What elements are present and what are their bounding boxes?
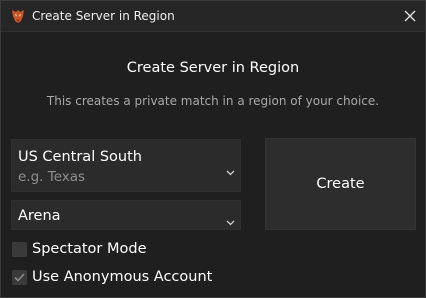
region-select-value: US Central South <box>18 149 142 165</box>
mode-select-value: Arena <box>18 208 61 224</box>
checkbox-checked[interactable] <box>12 269 27 285</box>
title-bar[interactable]: Create Server in Region <box>1 1 425 32</box>
region-search-placeholder[interactable]: e.g. Texas <box>18 169 85 186</box>
chevron-down-icon <box>226 211 235 230</box>
dialog-description: This creates a private match in a region… <box>46 94 380 108</box>
dialog-window: Create Server in Region Create Server in… <box>0 0 426 298</box>
region-select[interactable]: US Central South e.g. Texas <box>11 139 241 192</box>
create-button-label: Create <box>316 176 365 192</box>
checkmark-icon <box>14 272 25 282</box>
anonymous-account-checkbox[interactable]: Use Anonymous Account <box>12 268 212 286</box>
chevron-down-icon <box>226 161 235 180</box>
spectator-mode-checkbox[interactable]: Spectator Mode <box>12 240 147 258</box>
checkbox-unchecked[interactable] <box>12 241 27 257</box>
dialog-heading: Create Server in Region <box>126 60 300 76</box>
mode-select[interactable]: Arena <box>11 200 241 230</box>
app-logo-icon <box>10 8 26 24</box>
spectator-mode-label: Spectator Mode <box>32 241 147 257</box>
close-button[interactable] <box>395 1 425 31</box>
close-icon <box>404 10 416 22</box>
create-button[interactable]: Create <box>265 138 416 230</box>
anonymous-account-label: Use Anonymous Account <box>32 269 213 285</box>
window-title: Create Server in Region <box>32 9 175 23</box>
